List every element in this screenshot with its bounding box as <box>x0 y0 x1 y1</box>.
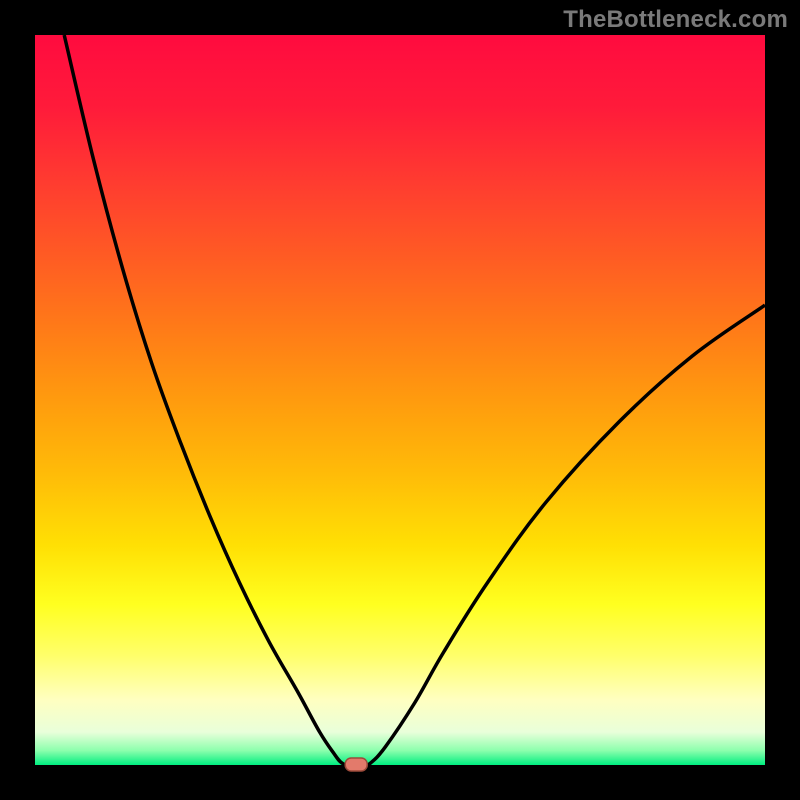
plot-area <box>35 35 765 765</box>
watermark-text: TheBottleneck.com <box>563 6 788 34</box>
chart-container: TheBottleneck.com <box>0 0 800 800</box>
bottleneck-chart <box>0 0 800 800</box>
optimal-marker <box>345 758 367 771</box>
